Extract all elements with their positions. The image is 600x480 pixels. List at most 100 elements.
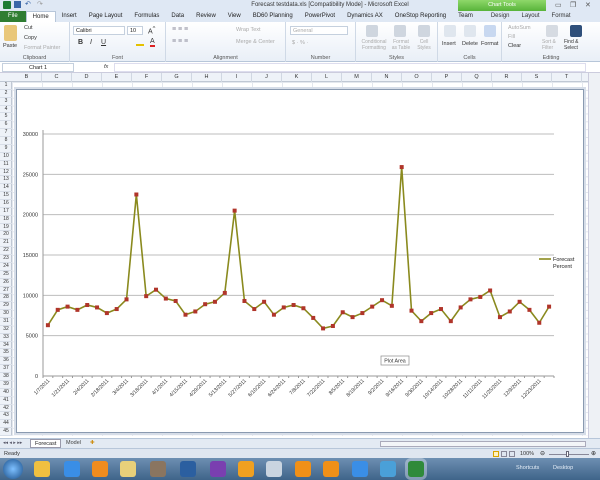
row-header[interactable]: 42 <box>0 405 12 413</box>
sheet-tab-forecast[interactable]: Forecast <box>30 439 62 448</box>
taskbar-app-icon[interactable] <box>180 461 196 477</box>
column-header-d[interactable]: D <box>72 73 102 82</box>
row-header[interactable]: 14 <box>0 184 12 193</box>
column-header-i[interactable]: I <box>222 73 252 82</box>
row-header[interactable]: 43 <box>0 412 12 421</box>
undo-icon[interactable]: ↶ <box>25 0 31 8</box>
tab-dynamics-ax[interactable]: Dynamics AX <box>341 11 389 22</box>
paste-icon[interactable] <box>4 25 17 41</box>
paste-button[interactable]: Paste <box>3 43 17 49</box>
restore-button[interactable]: ❐ <box>570 1 576 9</box>
column-header-b[interactable]: B <box>12 73 42 82</box>
autosum-button[interactable]: AutoSum <box>508 25 531 31</box>
tab-formulas[interactable]: Formulas <box>128 11 165 22</box>
percent-icon[interactable]: $ · % · <box>292 40 308 46</box>
row-header[interactable]: 7 <box>0 129 12 138</box>
row-header[interactable]: 6 <box>0 121 12 130</box>
number-format-select[interactable]: General <box>290 26 348 35</box>
zoom-out-icon[interactable]: ⊖ <box>540 450 545 457</box>
row-header[interactable]: 35 <box>0 349 12 358</box>
zoom-slider[interactable] <box>549 454 589 455</box>
column-header-k[interactable]: K <box>282 73 312 82</box>
row-header[interactable]: 20 <box>0 231 12 240</box>
taskbar-app4-icon[interactable] <box>380 461 396 477</box>
redo-icon[interactable]: ↷ <box>37 0 43 8</box>
wrap-text-button[interactable]: Wrap Text <box>236 27 261 33</box>
column-header-n[interactable]: N <box>372 73 402 82</box>
tab-insert[interactable]: Insert <box>56 11 83 22</box>
row-header[interactable]: 26 <box>0 279 12 287</box>
row-header[interactable]: 11 <box>0 161 12 169</box>
format-as-table-button[interactable]: Format as Table <box>390 39 412 51</box>
taskbar-app3-icon[interactable] <box>323 461 339 477</box>
italic-button[interactable]: I <box>90 39 92 46</box>
underline-button[interactable]: U <box>101 39 106 46</box>
tab-design[interactable]: Design <box>485 11 516 22</box>
row-header[interactable]: 44 <box>0 420 12 429</box>
column-header-m[interactable]: M <box>342 73 372 82</box>
taskbar-explorer-icon[interactable] <box>120 461 136 477</box>
tab-layout[interactable]: Layout <box>516 11 546 22</box>
row-header[interactable]: 40 <box>0 389 12 397</box>
sort-filter-button[interactable]: Sort & Filter <box>542 39 562 51</box>
row-header[interactable]: 37 <box>0 365 12 374</box>
row-header[interactable]: 9 <box>0 145 12 153</box>
cut-button[interactable]: Cut <box>24 25 33 31</box>
page-layout-view-icon[interactable] <box>501 451 507 457</box>
insert-sheet-icon[interactable]: ✚ <box>86 439 99 448</box>
row-header[interactable]: 21 <box>0 239 12 248</box>
sheet-tab-model[interactable]: Model <box>62 439 85 448</box>
row-header[interactable]: 45 <box>0 428 12 436</box>
grow-font-icon[interactable]: A^ <box>148 26 155 35</box>
conditional-formatting-icon[interactable] <box>366 25 378 37</box>
column-header-e[interactable]: E <box>102 73 132 82</box>
column-header-j[interactable]: J <box>252 73 282 82</box>
row-header[interactable]: 17 <box>0 208 12 216</box>
tab-home[interactable]: Home <box>25 10 56 23</box>
delete-cells-icon[interactable] <box>464 25 476 37</box>
row-header[interactable]: 3 <box>0 98 12 106</box>
row-header[interactable]: 16 <box>0 200 12 208</box>
taskbar-ie-icon[interactable] <box>64 461 80 477</box>
find-select-button[interactable]: Find & Select <box>564 39 588 51</box>
close-button[interactable]: ✕ <box>585 1 591 9</box>
column-header-r[interactable]: R <box>492 73 522 82</box>
merge-center-button[interactable]: Merge & Center <box>236 39 275 45</box>
column-header-c[interactable]: C <box>42 73 72 82</box>
row-header[interactable]: 13 <box>0 176 12 185</box>
row-header[interactable]: 28 <box>0 294 12 303</box>
name-box[interactable]: Chart 1 <box>2 63 74 72</box>
tab-team[interactable]: Team <box>452 11 479 22</box>
column-header-q[interactable]: Q <box>462 73 492 82</box>
row-header[interactable]: 24 <box>0 263 12 271</box>
column-header-o[interactable]: O <box>402 73 432 82</box>
row-header[interactable]: 10 <box>0 153 12 161</box>
tab-view[interactable]: View <box>222 11 247 22</box>
tab-data[interactable]: Data <box>165 11 190 22</box>
fx-icon[interactable]: fx <box>104 64 108 70</box>
delete-button[interactable]: Delete <box>462 41 478 47</box>
taskbar-shortcuts[interactable]: Shortcuts <box>516 465 539 471</box>
row-header[interactable]: 32 <box>0 326 12 334</box>
sheet-nav-arrows-icon[interactable]: ◂◂ ◂ ▸ ▸▸ <box>3 440 22 446</box>
row-header[interactable]: 19 <box>0 224 12 232</box>
column-header-h[interactable]: H <box>192 73 222 82</box>
column-header-f[interactable]: F <box>132 73 162 82</box>
clear-button[interactable]: Clear <box>508 43 521 49</box>
row-header[interactable]: 1 <box>0 82 12 90</box>
row-header[interactable]: 33 <box>0 334 12 342</box>
row-header[interactable]: 30 <box>0 310 12 318</box>
row-header[interactable]: 15 <box>0 192 12 200</box>
row-header[interactable]: 36 <box>0 357 12 366</box>
taskbar-ie2-icon[interactable] <box>352 461 368 477</box>
horizontal-scrollbar[interactable] <box>380 441 586 447</box>
tab-bd60-planning[interactable]: BD60 Planning <box>247 11 299 22</box>
formula-input[interactable] <box>114 63 586 72</box>
format-cells-icon[interactable] <box>484 25 496 37</box>
taskbar-desktop[interactable]: Desktop <box>553 465 573 471</box>
taskbar-app-chart-icon[interactable] <box>34 461 50 477</box>
tab-onestop-reporting[interactable]: OneStop Reporting <box>389 11 452 22</box>
conditional-formatting-button[interactable]: Conditional Formatting <box>358 39 390 51</box>
start-button-icon[interactable] <box>3 459 23 479</box>
tab-powerpivot[interactable]: PowerPivot <box>299 11 341 22</box>
